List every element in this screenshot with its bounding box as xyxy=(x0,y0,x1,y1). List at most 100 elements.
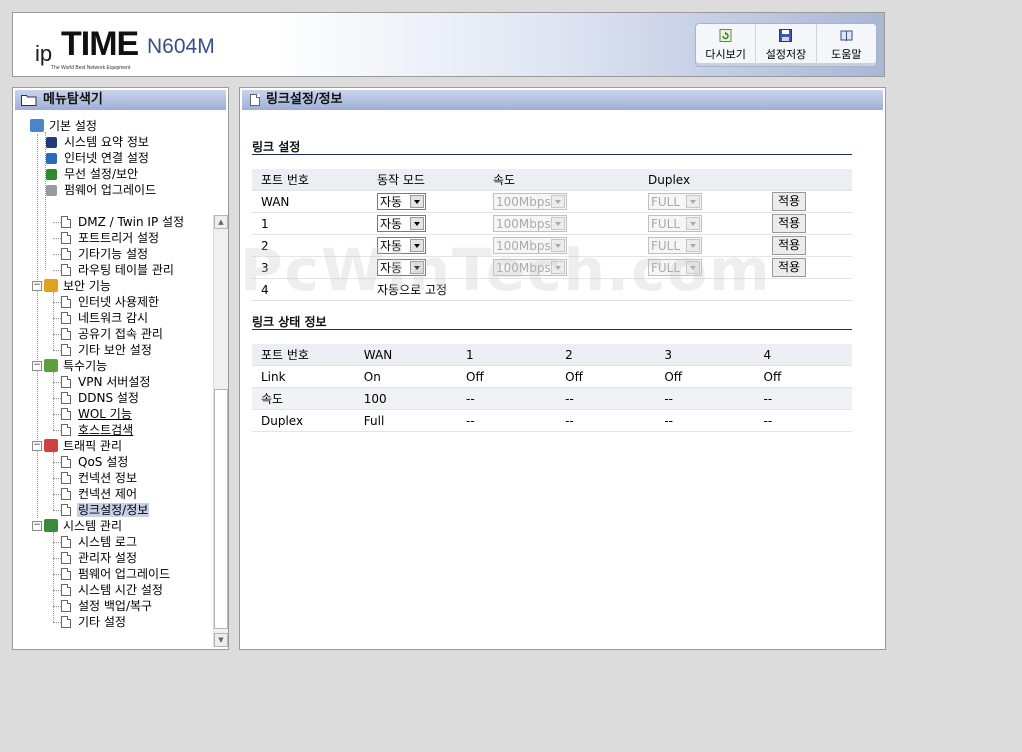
tree-connector xyxy=(53,542,61,543)
tree-item-26[interactable]: 관리자 설정 xyxy=(53,550,138,566)
speed-value: 100Mbps xyxy=(496,195,551,209)
mode-value: 자동 xyxy=(380,261,403,275)
tree-label: 포트트리거 설정 xyxy=(78,231,160,245)
chevron-down-icon xyxy=(410,239,424,252)
menu-scrollbar[interactable]: ▲ ▼ xyxy=(213,215,228,647)
tree-label: 시스템 관리 xyxy=(63,519,123,533)
header-apply xyxy=(763,169,852,191)
page-icon xyxy=(61,248,71,260)
speed-select[interactable]: 100Mbps xyxy=(493,193,567,210)
duplex-select[interactable]: FULL xyxy=(648,215,702,232)
apply-cell: 적용 xyxy=(763,256,852,279)
speed-select[interactable]: 100Mbps xyxy=(493,237,567,254)
chevron-down-icon xyxy=(686,261,700,274)
page-icon xyxy=(61,408,71,420)
collapse-icon[interactable]: − xyxy=(32,281,42,291)
mode-select[interactable]: 자동 xyxy=(377,193,426,210)
chevron-down-icon xyxy=(410,261,424,274)
speed-value: 100Mbps xyxy=(496,217,551,231)
tree-item-29[interactable]: 설정 백업/복구 xyxy=(53,598,153,614)
mode-select[interactable]: 자동 xyxy=(377,259,426,276)
scroll-thumb[interactable] xyxy=(214,389,228,629)
tree-item-25[interactable]: 시스템 로그 xyxy=(53,534,138,550)
port-cell: WAN xyxy=(252,190,368,213)
fixed-text: 자동으로 고정 xyxy=(368,278,852,301)
refresh-button[interactable]: 다시보기 xyxy=(696,24,757,66)
collapse-icon[interactable]: − xyxy=(32,441,42,451)
tree-item-8[interactable]: 라우팅 테이블 관리 xyxy=(53,262,175,278)
scroll-up-arrow-icon[interactable]: ▲ xyxy=(214,215,228,229)
tree-item-6[interactable]: 포트트리거 설정 xyxy=(53,230,160,246)
tree-item-27[interactable]: 펌웨어 업그레이드 xyxy=(53,566,171,582)
help-button[interactable]: 도움말 xyxy=(817,24,876,66)
tree-item-13[interactable]: 기타 보안 설정 xyxy=(53,342,153,358)
tree-item-16[interactable]: DDNS 설정 xyxy=(53,390,140,406)
apply-button[interactable]: 적용 xyxy=(772,258,806,277)
page-icon xyxy=(61,328,71,340)
tree-item-7[interactable]: 기타기능 설정 xyxy=(53,246,149,262)
tree-item-15[interactable]: VPN 서버설정 xyxy=(53,374,151,390)
tree-item-22[interactable]: 컨넥션 제어 xyxy=(53,486,138,502)
tree-group-9[interactable]: − 보안 기능 xyxy=(30,278,112,294)
duplex-select[interactable]: FULL xyxy=(648,237,702,254)
status-header-3: 2 xyxy=(556,344,656,366)
duplex-cell: FULL xyxy=(639,190,763,213)
tree-label: 호스트검색 xyxy=(78,423,134,437)
mode-select[interactable]: 자동 xyxy=(377,237,426,254)
tree-item-3[interactable]: 무선 설정/보안 xyxy=(46,166,139,182)
tree-item-21[interactable]: 컨넥션 정보 xyxy=(53,470,138,486)
status-value: -- xyxy=(556,387,656,410)
speed-cell: 100Mbps xyxy=(484,234,639,257)
header-toolbar: 다시보기 설정저장 도움말 xyxy=(695,23,877,67)
tree-item-12[interactable]: 공유기 접속 관리 xyxy=(53,326,164,342)
scroll-down-arrow-icon[interactable]: ▼ xyxy=(214,633,228,647)
tree-label: DMZ / Twin IP 설정 xyxy=(78,215,185,229)
tree-item-28[interactable]: 시스템 시간 설정 xyxy=(53,582,164,598)
tree-label: 보안 기능 xyxy=(63,279,111,293)
tree-label: WOL 기능 xyxy=(78,407,132,421)
page-icon xyxy=(61,456,71,468)
speed-select[interactable]: 100Mbps xyxy=(493,259,567,276)
tree-item-20[interactable]: QoS 설정 xyxy=(53,454,129,470)
tree-item-18[interactable]: 호스트검색 xyxy=(53,422,134,438)
tree-item-5[interactable]: DMZ / Twin IP 설정 xyxy=(53,214,185,230)
tree-connector xyxy=(53,478,61,479)
duplex-value: FULL xyxy=(651,261,681,275)
status-header-2: 1 xyxy=(457,344,557,366)
apply-button[interactable]: 적용 xyxy=(772,236,806,255)
tree-item-2[interactable]: 인터넷 연결 설정 xyxy=(46,150,150,166)
link-settings-row: 3 자동 100Mbps FULL 적용 xyxy=(252,256,852,279)
duplex-value: FULL xyxy=(651,195,681,209)
menu-explorer-panel: 메뉴탐색기 기본 설정 시스템 요약 정보 인터넷 연결 설정 무선 설정/보안 펌웨어… xyxy=(12,87,229,650)
status-header-0: 포트 번호 xyxy=(252,344,355,366)
status-header-4: 3 xyxy=(655,344,755,366)
collapse-icon[interactable]: − xyxy=(32,521,42,531)
page-icon xyxy=(250,94,260,106)
header-mode: 동작 모드 xyxy=(368,169,484,191)
mode-select[interactable]: 자동 xyxy=(377,215,426,232)
apply-button[interactable]: 적용 xyxy=(772,192,806,211)
tree-label: 무선 설정/보안 xyxy=(64,167,139,181)
collapse-icon[interactable]: − xyxy=(32,361,42,371)
tree-group-14[interactable]: − 특수기능 xyxy=(30,358,108,374)
save-settings-button[interactable]: 설정저장 xyxy=(756,24,817,66)
tree-item-10[interactable]: 인터넷 사용제한 xyxy=(53,294,160,310)
speed-select[interactable]: 100Mbps xyxy=(493,215,567,232)
tree-item-4[interactable]: 펌웨어 업그레이드 xyxy=(46,182,157,198)
tree-item-11[interactable]: 네트워크 감시 xyxy=(53,310,149,326)
tree-item-1[interactable]: 시스템 요약 정보 xyxy=(46,134,150,150)
link-settings-divider xyxy=(252,154,852,155)
book-icon xyxy=(840,30,853,42)
duplex-select[interactable]: FULL xyxy=(648,259,702,276)
tree-group-24[interactable]: − 시스템 관리 xyxy=(30,518,123,534)
tree-item-30[interactable]: 기타 설정 xyxy=(53,614,127,630)
tree-group-19[interactable]: − 트래픽 관리 xyxy=(30,438,123,454)
status-value: -- xyxy=(655,409,755,432)
tree-item-17[interactable]: WOL 기능 xyxy=(53,406,133,422)
duplex-select[interactable]: FULL xyxy=(648,193,702,210)
link-status-row: Duplex Full -- -- -- -- xyxy=(252,409,852,432)
tree-label: 관리자 설정 xyxy=(78,551,138,565)
apply-button[interactable]: 적용 xyxy=(772,214,806,233)
tree-item-23[interactable]: 링크설정/정보 xyxy=(53,502,150,518)
tree-group-0[interactable]: 기본 설정 xyxy=(30,118,98,134)
